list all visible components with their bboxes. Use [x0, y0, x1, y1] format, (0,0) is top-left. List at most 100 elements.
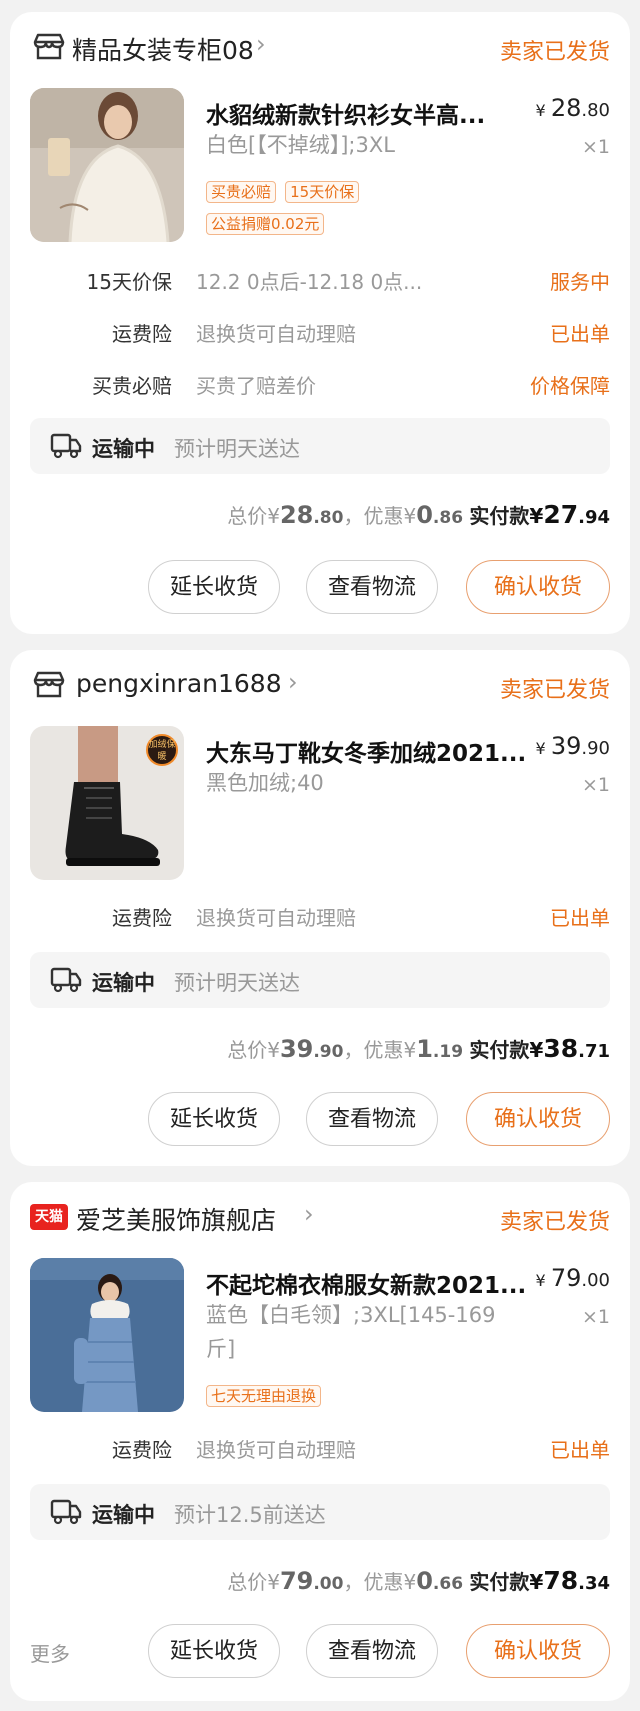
product-spec: 白色[【不掉绒】];3XL: [206, 133, 395, 157]
order-card: pengxinran1688 › 卖家已发货 加绒保暖 大东马丁靴女冬季加绒20…: [10, 650, 630, 1166]
paid-decimal: .34: [578, 1573, 610, 1594]
discount-decimal: .66: [432, 1574, 464, 1594]
order-card: 精品女装专柜08 › 卖家已发货 水貂绒新款针织衫女半高... ¥ 28.80 …: [10, 12, 630, 634]
paid-label: 实付款: [469, 1038, 530, 1062]
truck-icon: [50, 432, 82, 464]
service-status[interactable]: 服务中: [550, 266, 610, 295]
product-tags-row2: 公益捐赠0.02元: [206, 213, 325, 235]
total-decimal: .90: [313, 1042, 344, 1062]
extend-receipt-button[interactable]: 延长收货: [148, 1092, 280, 1146]
price-integer: 28: [550, 94, 582, 122]
discount-label: ，优惠: [343, 1570, 404, 1594]
price-decimal: .90: [581, 738, 610, 759]
shipping-box[interactable]: 运输中 预计明天送达: [30, 418, 610, 474]
discount-integer: 1: [416, 1035, 433, 1063]
product-image[interactable]: [30, 88, 184, 242]
product-image[interactable]: [30, 1258, 184, 1412]
currency-symbol: ¥: [267, 1038, 280, 1062]
total-label: 总价: [227, 1570, 268, 1594]
price-decimal: .80: [581, 100, 610, 121]
shipping-status: 运输中: [92, 971, 155, 995]
shipping-eta: 预计12.5前送达: [174, 1503, 326, 1527]
confirm-receipt-button[interactable]: 确认收货: [466, 1092, 610, 1146]
service-status[interactable]: 已出单: [550, 1434, 610, 1463]
currency-symbol: ¥: [535, 739, 546, 758]
tmall-logo: 天猫: [30, 1204, 68, 1230]
product-spec: 蓝色【白毛领】;3XL[145-169斤]: [206, 1303, 496, 1361]
order-totals: 总价¥79.00，优惠¥0.66 实付款¥78.34: [227, 1566, 610, 1595]
total-label: 总价: [227, 504, 268, 528]
total-integer: 79: [279, 1567, 314, 1595]
service-status[interactable]: 价格保障: [530, 370, 610, 399]
view-logistics-button[interactable]: 查看物流: [306, 1624, 438, 1678]
shop-name[interactable]: 精品女装专柜08: [72, 31, 254, 67]
product-spec: 黑色加绒;40: [206, 771, 324, 795]
view-logistics-button[interactable]: 查看物流: [306, 560, 438, 614]
total-decimal: .00: [313, 1574, 344, 1594]
price-decimal: .00: [581, 1270, 610, 1291]
paid-label: 实付款: [469, 1570, 530, 1594]
product-tags: 七天无理由退换: [206, 1385, 322, 1407]
shipping-status: 运输中: [92, 437, 155, 461]
product-title[interactable]: 水貂绒新款针织衫女半高...: [206, 96, 485, 130]
paid-decimal: .94: [578, 507, 610, 528]
shipping-eta: 预计明天送达: [174, 971, 300, 995]
confirm-receipt-button[interactable]: 确认收货: [466, 560, 610, 614]
order-card: 天猫 爱芝美服饰旗舰店 › 卖家已发货 不起坨棉衣棉服女新款2021... ¥ …: [10, 1182, 630, 1701]
total-label: 总价: [227, 1038, 268, 1062]
service-label: 运费险: [112, 322, 172, 346]
shipping-status: 运输中: [92, 1503, 155, 1527]
shop-icon: [32, 670, 66, 704]
price-integer: 79: [550, 1264, 582, 1292]
currency-symbol: ¥: [535, 1271, 546, 1290]
product-tags: 买贵必赔 15天价保: [206, 181, 360, 203]
currency-symbol: ¥: [529, 1570, 544, 1594]
shop-name[interactable]: 爱芝美服饰旗舰店: [76, 1201, 276, 1237]
confirm-receipt-button[interactable]: 确认收货: [466, 1624, 610, 1678]
product-quantity: ×1: [581, 1306, 610, 1328]
product-title[interactable]: 不起坨棉衣棉服女新款2021...: [206, 1266, 526, 1300]
chevron-right-icon[interactable]: ›: [304, 1200, 314, 1228]
more-link[interactable]: 更多: [30, 1638, 70, 1667]
shipping-box[interactable]: 运输中 预计12.5前送达: [30, 1484, 610, 1540]
tmall-badge: 天猫: [30, 1204, 68, 1230]
currency-symbol: ¥: [403, 504, 417, 528]
service-status[interactable]: 已出单: [550, 318, 610, 347]
discount-decimal: .19: [432, 1042, 464, 1062]
service-status[interactable]: 已出单: [550, 902, 610, 931]
order-totals: 总价¥28.80，优惠¥0.86 实付款¥27.94: [227, 500, 610, 529]
service-label: 运费险: [112, 906, 172, 930]
service-desc: 退换货可自动理赔: [196, 906, 356, 930]
paid-label: 实付款: [469, 504, 530, 528]
product-title[interactable]: 大东马丁靴女冬季加绒2021...: [206, 734, 526, 768]
currency-symbol: ¥: [267, 1570, 280, 1594]
tag-charity: 公益捐赠0.02元: [206, 213, 325, 235]
tag-return-policy: 七天无理由退换: [206, 1385, 322, 1407]
price-integer: 39: [550, 732, 582, 760]
product-quantity: ×1: [581, 774, 610, 796]
truck-icon: [50, 1498, 82, 1530]
shipping-box[interactable]: 运输中 预计明天送达: [30, 952, 610, 1008]
discount-label: ，优惠: [343, 504, 404, 528]
extend-receipt-button[interactable]: 延长收货: [148, 1624, 280, 1678]
total-decimal: .80: [313, 508, 344, 528]
extend-receipt-button[interactable]: 延长收货: [148, 560, 280, 614]
order-status: 卖家已发货: [499, 1210, 610, 1235]
view-logistics-button[interactable]: 查看物流: [306, 1092, 438, 1146]
tag-price-protect: 15天价保: [285, 181, 360, 203]
discount-integer: 0: [416, 501, 433, 529]
shop-name[interactable]: pengxinran1688: [76, 669, 282, 698]
paid-integer: 27: [543, 500, 579, 529]
discount-decimal: .86: [432, 508, 464, 528]
product-quantity: ×1: [581, 136, 610, 158]
truck-icon: [50, 966, 82, 998]
chevron-right-icon[interactable]: ›: [256, 30, 266, 58]
currency-symbol: ¥: [529, 1038, 544, 1062]
discount-integer: 0: [416, 1567, 433, 1595]
discount-label: ，优惠: [343, 1038, 404, 1062]
product-price: ¥ 39.90: [536, 732, 610, 760]
chevron-right-icon[interactable]: ›: [288, 668, 298, 696]
service-label: 15天价保: [86, 270, 172, 294]
order-status: 卖家已发货: [499, 678, 610, 703]
service-label: 买贵必赔: [92, 374, 172, 398]
